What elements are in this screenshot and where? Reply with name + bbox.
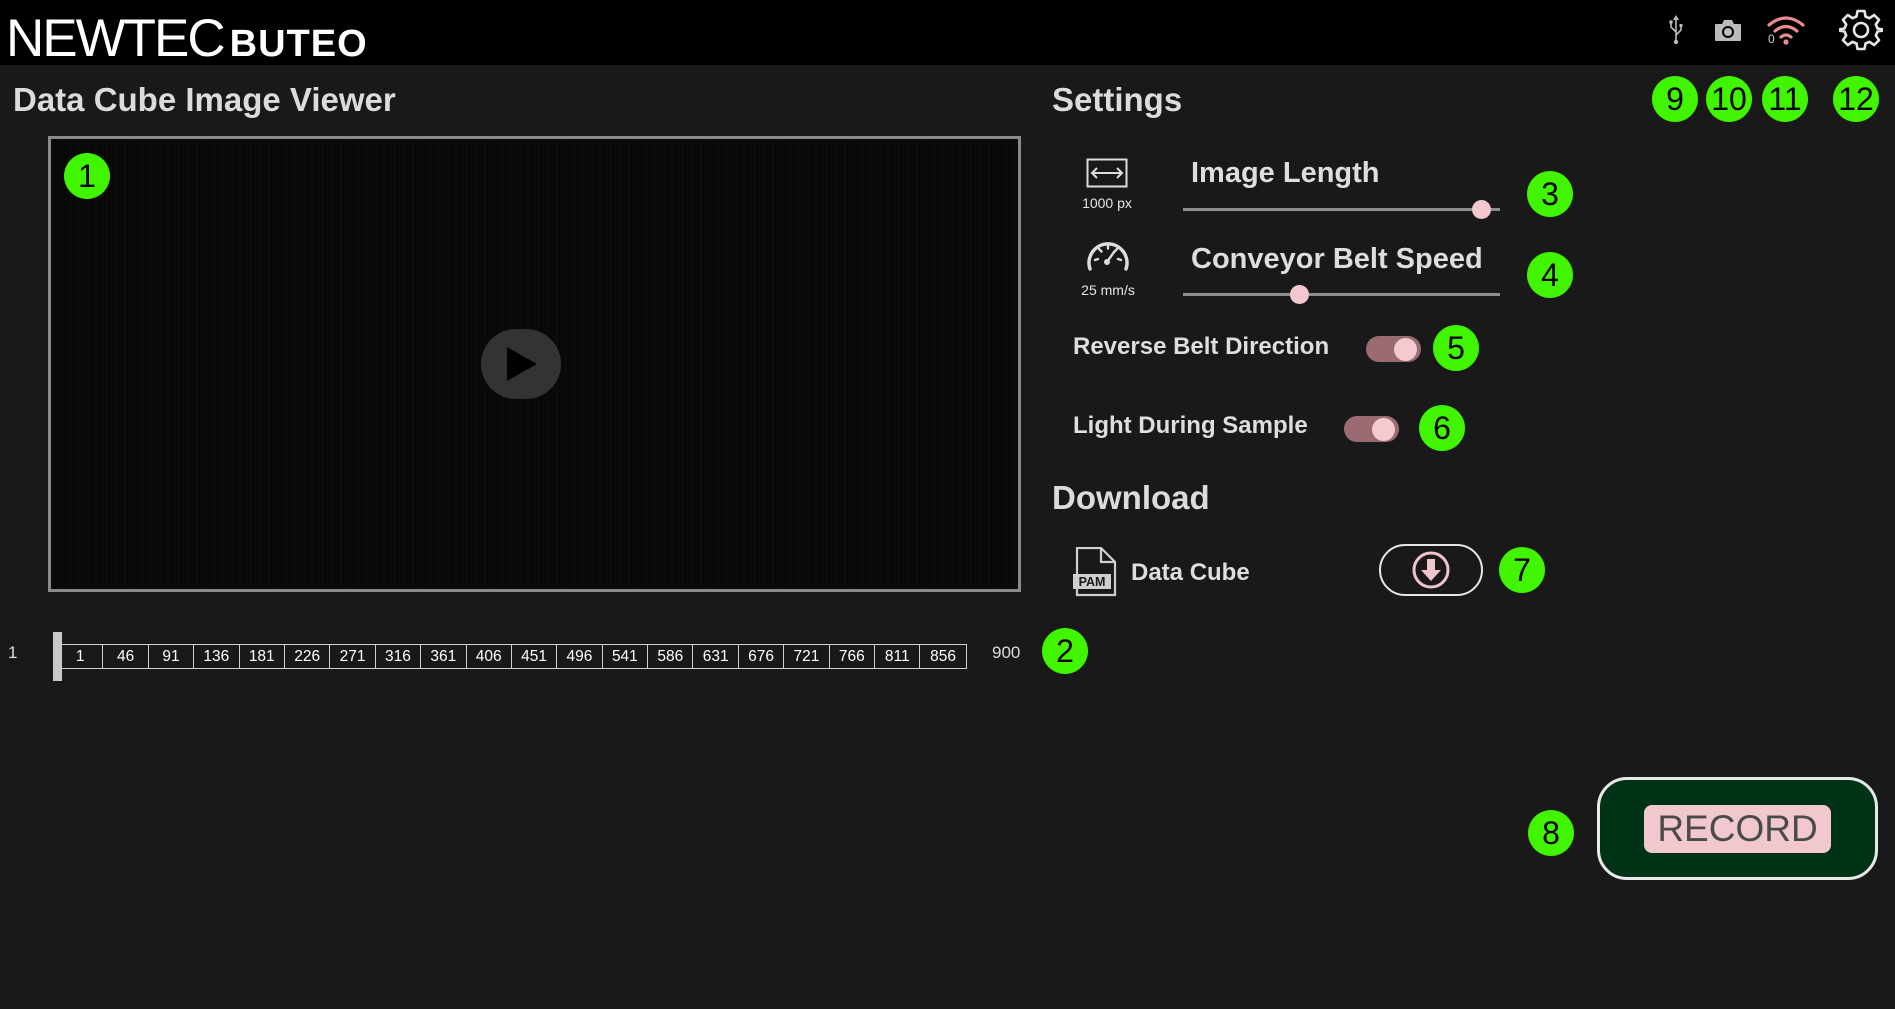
speedometer-icon [1087,242,1129,271]
timeline-tick[interactable]: 496 [557,645,603,668]
timeline-tick[interactable]: 856 [920,645,965,668]
timeline-tick[interactable]: 181 [240,645,285,668]
timeline-tick[interactable]: 451 [512,645,558,668]
timeline-tick[interactable]: 811 [875,645,921,668]
wifi-count: 0 [1768,32,1775,46]
belt-speed-slider-thumb[interactable] [1290,285,1310,304]
annotation-badge-10: 10 [1706,76,1752,122]
timeline-tick[interactable]: 676 [739,645,785,668]
data-cube-label: Data Cube [1131,559,1250,586]
record-button[interactable]: RECORD [1597,777,1878,880]
annotation-badge-4: 4 [1527,252,1573,298]
light-sample-label: Light During Sample [1073,412,1308,439]
camera-icon[interactable] [1711,6,1745,54]
image-length-value: 1000 px [1082,195,1132,211]
logo: NEWTEC BUTEO [6,8,368,69]
timeline-tick[interactable]: 1 [58,645,104,668]
reverse-belt-toggle[interactable] [1366,336,1421,362]
timeline-tick[interactable]: 226 [285,645,331,668]
timeline-tick[interactable]: 316 [376,645,422,668]
annotation-badge-9: 9 [1652,76,1698,122]
annotation-badge-5: 5 [1433,325,1479,371]
annotation-badge-11: 11 [1762,76,1808,122]
timeline-tick[interactable]: 361 [421,645,467,668]
image-length-indicator: 1000 px [1078,158,1136,211]
play-button[interactable] [481,329,561,399]
annotation-badge-2: 2 [1042,628,1088,674]
timeline-tick[interactable]: 631 [693,645,739,668]
play-icon [507,347,537,381]
download-button[interactable] [1379,544,1483,596]
video-player[interactable] [48,136,1021,592]
download-title: Download [1052,479,1210,516]
record-button-label: RECORD [1644,804,1831,853]
annotation-badge-3: 3 [1527,171,1573,217]
gear-icon[interactable] [1838,6,1884,54]
belt-speed-slider[interactable] [1183,293,1500,296]
logo-main: NEWTEC [6,9,226,68]
belt-speed-indicator: 25 mm/s [1078,237,1138,298]
annotation-badge-6: 6 [1419,405,1465,451]
image-length-slider[interactable] [1183,208,1500,211]
image-length-slider-thumb[interactable] [1472,200,1492,219]
timeline-tick[interactable]: 271 [330,645,376,668]
timeline-tick[interactable]: 586 [648,645,694,668]
light-sample-toggle[interactable] [1344,416,1399,442]
wifi-icon[interactable]: 0 [1764,6,1808,54]
timeline-end-label: 900 [992,643,1021,662]
annotation-badge-8: 8 [1528,810,1574,856]
top-bar: NEWTEC BUTEO 0 [0,0,1895,68]
timeline-tick[interactable]: 721 [784,645,830,668]
timeline-tick[interactable]: 46 [103,645,149,668]
logo-sub: BUTEO [229,23,368,65]
annotation-badge-1: 1 [64,153,110,199]
settings-title: Settings [1052,81,1183,118]
viewer-title: Data Cube Image Viewer [13,81,396,118]
reverse-belt-label: Reverse Belt Direction [1073,333,1330,360]
timeline-tick[interactable]: 136 [194,645,240,668]
timeline-scrubber[interactable] [53,632,62,681]
timeline-tick[interactable]: 766 [830,645,876,668]
belt-speed-label: Conveyor Belt Speed [1191,243,1483,275]
width-arrows-icon [1086,158,1128,188]
timeline-tick[interactable]: 541 [603,645,649,668]
pam-file-icon-text: PAM [1079,575,1106,589]
image-length-label: Image Length [1191,157,1380,189]
timeline-tick[interactable]: 91 [149,645,195,668]
timeline-start-label: 1 [8,643,18,662]
toggle-knob [1372,418,1395,441]
annotation-badge-7: 7 [1499,547,1545,593]
timeline-ticks[interactable]: 1 46 91 136 181 226 271 316 361 406 451 496 541 586 63… [57,644,967,669]
belt-speed-value: 25 mm/s [1081,282,1135,298]
toggle-knob [1394,338,1417,361]
download-arrow-icon [1412,551,1450,589]
usb-icon[interactable] [1664,6,1688,54]
timeline-tick[interactable]: 406 [467,645,512,668]
annotation-badge-12: 12 [1833,76,1879,122]
pam-file-icon: PAM [1071,546,1119,602]
